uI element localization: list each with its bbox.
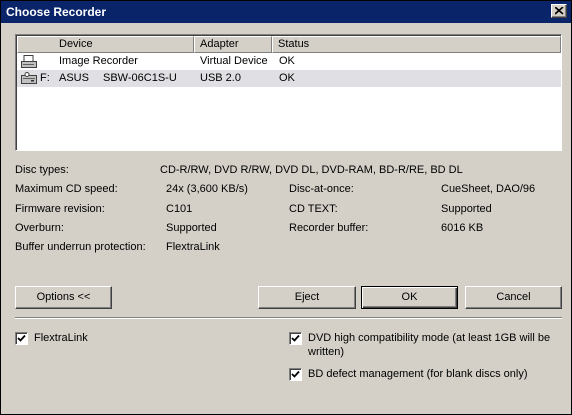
recorder-list[interactable]: Device Adapter Status Image Recorder Vir… bbox=[15, 34, 562, 151]
firmware-revision-label: Firmware revision: bbox=[15, 203, 105, 215]
overburn-value: Supported bbox=[166, 222, 217, 234]
choose-recorder-dialog: Choose Recorder Device Adapter Status Im… bbox=[0, 0, 572, 415]
window-title: Choose Recorder bbox=[6, 5, 107, 19]
disc-at-once-label: Disc-at-once: bbox=[289, 183, 354, 195]
dvd-high-compat-checkbox[interactable] bbox=[289, 332, 302, 345]
list-item[interactable]: Image Recorder Virtual Device OK bbox=[17, 53, 561, 70]
device-adapter: USB 2.0 bbox=[200, 72, 241, 84]
disc-at-once-value: CueSheet, DAO/96 bbox=[441, 183, 536, 195]
device-vendor: ASUS bbox=[59, 72, 89, 84]
checkmark-icon bbox=[291, 334, 300, 342]
close-button[interactable] bbox=[551, 4, 567, 18]
max-cd-speed-value: 24x (3,600 KB/s) bbox=[166, 183, 248, 195]
options-button[interactable]: Options << bbox=[15, 286, 112, 309]
device-adapter: Virtual Device bbox=[200, 55, 268, 67]
device-status: OK bbox=[279, 55, 295, 67]
overburn-label: Overburn: bbox=[15, 222, 64, 234]
device-status: OK bbox=[279, 72, 295, 84]
dvd-high-compat-label-line1: DVD high compatibility mode (at least 1G… bbox=[308, 332, 551, 344]
cancel-button[interactable]: Cancel bbox=[465, 286, 562, 309]
close-icon bbox=[555, 7, 564, 15]
flextralink-checkbox[interactable] bbox=[15, 332, 28, 345]
list-item[interactable]: F: ASUS SBW-06C1S-U USB 2.0 OK bbox=[17, 70, 561, 87]
title-bar[interactable]: Choose Recorder bbox=[1, 1, 571, 23]
column-header-status[interactable]: Status bbox=[272, 36, 561, 53]
buffer-underrun-value: FlextraLink bbox=[166, 241, 220, 253]
optical-drive-icon bbox=[21, 72, 37, 92]
recorder-buffer-label: Recorder buffer: bbox=[289, 222, 369, 234]
cd-text-label: CD TEXT: bbox=[289, 203, 338, 215]
cd-text-value: Supported bbox=[441, 203, 492, 215]
bd-defect-checkbox[interactable] bbox=[289, 368, 302, 381]
dvd-high-compat-label-line2: written) bbox=[308, 346, 345, 358]
device-letter: F: bbox=[40, 72, 50, 84]
checkmark-icon bbox=[17, 334, 26, 342]
bd-defect-option[interactable]: BD defect management (for blank discs on… bbox=[289, 368, 559, 382]
recorder-buffer-value: 6016 KB bbox=[441, 222, 484, 234]
bd-defect-label: BD defect management (for blank discs on… bbox=[308, 368, 528, 380]
device-name: Image Recorder bbox=[59, 55, 138, 67]
disc-types-value: CD-R/RW, DVD R/RW, DVD DL, DVD-RAM, BD-R… bbox=[160, 164, 463, 176]
buffer-underrun-label: Buffer underrun protection: bbox=[15, 241, 146, 253]
dvd-high-compat-option[interactable]: DVD high compatibility mode (at least 1G… bbox=[289, 332, 559, 360]
disc-types-label: Disc types: bbox=[15, 164, 69, 176]
eject-button[interactable]: Eject bbox=[258, 286, 356, 309]
separator bbox=[15, 317, 562, 319]
flextralink-option[interactable]: FlextraLink bbox=[15, 332, 165, 346]
device-model: SBW-06C1S-U bbox=[103, 72, 177, 84]
checkmark-icon bbox=[291, 370, 300, 378]
ok-button[interactable]: OK bbox=[361, 286, 458, 309]
column-header-device[interactable]: Device bbox=[17, 36, 194, 53]
flextralink-label: FlextraLink bbox=[34, 332, 88, 344]
list-header: Device Adapter Status bbox=[17, 36, 561, 53]
column-header-adapter[interactable]: Adapter bbox=[194, 36, 272, 53]
max-cd-speed-label: Maximum CD speed: bbox=[15, 183, 118, 195]
firmware-revision-value: C101 bbox=[166, 203, 193, 215]
